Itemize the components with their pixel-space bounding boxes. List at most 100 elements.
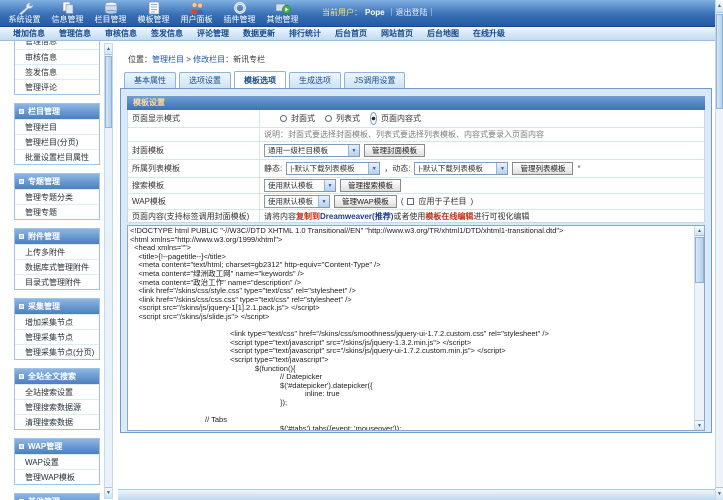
page-scrollbar[interactable]: ▲ ▼	[715, 0, 723, 500]
radio-label-list: 列表式	[336, 113, 360, 124]
sidebar-item-dir-attachments[interactable]: 目录式管理附件	[15, 274, 99, 289]
scroll-down-icon[interactable]: ▼	[695, 420, 704, 430]
page-content-textarea[interactable]: <!DOCTYPE html PUBLIC "-//W3C//DTD XHTML…	[128, 226, 694, 430]
toolbar-item-system-settings[interactable]: 系统设置	[4, 0, 45, 27]
toolbar-item-misc-manage[interactable]: 其他管理	[262, 0, 303, 27]
required-mark: *	[577, 164, 580, 173]
sidebar-group-header-topics[interactable]: 专题管理	[15, 174, 99, 189]
nav-item-sign-info[interactable]: 签发信息	[144, 28, 190, 39]
manage-wap-template-button[interactable]: 管理WAP模板	[334, 195, 397, 208]
scroll-down-icon[interactable]: ▼	[105, 487, 112, 498]
sidebar-item-clean-search-data[interactable]: 清理搜索数据	[15, 414, 99, 429]
sidebar-item-upload-multi[interactable]: 上传多附件	[15, 244, 99, 259]
sidebar-group-title: 附件管理	[28, 231, 60, 242]
sidebar-item-manage-columns-paged[interactable]: 管理栏目(分页)	[15, 134, 99, 149]
sidebar-item-add-collect-node[interactable]: 增加采集节点	[15, 314, 99, 329]
sidebar-item-manage-collect-node-paged[interactable]: 管理采集节点(分页)	[15, 344, 99, 359]
sidebar-item-sign-info[interactable]: 签发信息	[15, 64, 99, 79]
paren-close: )	[470, 197, 473, 206]
scrollbar-thumb[interactable]	[105, 56, 112, 128]
nav-item-site-home[interactable]: 网站首页	[374, 28, 420, 39]
sidebar-item-search-settings[interactable]: 全站搜索设置	[15, 384, 99, 399]
sidebar-item-batch-column-attrs[interactable]: 批量设置栏目属性	[15, 149, 99, 164]
apply-to-subcolumns-checkbox[interactable]	[407, 198, 414, 205]
wap-template-select[interactable]: 使用默认模板▼	[264, 195, 330, 208]
tab-template-options[interactable]: 模板选项	[234, 71, 286, 88]
tab-basic-attrs[interactable]: 基本属性	[124, 72, 176, 88]
toolbar-item-plugin-manage[interactable]: 插件管理	[219, 0, 260, 27]
sidebar-item-audit-info[interactable]: 审核信息	[15, 49, 99, 64]
mode-hint-text: 说明：封面式要选择封面模板、列表式要选择列表模板、内容式要录入页面内容	[264, 129, 544, 140]
row-display-mode: 页面显示模式 封面式 列表式 页面内容式	[128, 110, 704, 127]
wrench-icon	[4, 0, 45, 15]
toolbar-item-label: 模板管理	[133, 15, 174, 25]
page-content-editor: <!DOCTYPE html PUBLIC "-//W3C//DTD XHTML…	[127, 225, 705, 431]
toolbar-item-label: 栏目管理	[90, 15, 131, 25]
row-search-template: 搜索模板 使用默认模板▼ 管理搜索模板	[128, 177, 704, 193]
tab-js-call-settings[interactable]: JS调用设置	[344, 72, 405, 88]
editor-scrollbar[interactable]: ▲ ▼	[694, 226, 704, 430]
nav-item-comment-manage[interactable]: 评论管理	[190, 28, 236, 39]
radio-list-mode[interactable]	[325, 115, 332, 122]
toolbar-item-column-manage[interactable]: 栏目管理	[90, 0, 131, 27]
logout-link[interactable]: ｜退出登陆｜	[388, 8, 436, 17]
chevron-down-icon: ▼	[348, 145, 359, 156]
toolbar-item-template-manage[interactable]: 模板管理	[133, 0, 174, 27]
chevron-down-icon: ▼	[318, 196, 329, 207]
sidebar-item-manage-wap-template[interactable]: 管理WAP模板	[15, 469, 99, 484]
sidebar-item-manage-info[interactable]: 管理信息	[15, 41, 99, 49]
sidebar-group-header-attachments[interactable]: 附件管理	[15, 229, 99, 244]
nav-item-rank-stats[interactable]: 排行统计	[282, 28, 328, 39]
tab-option-settings[interactable]: 选项设置	[179, 72, 231, 88]
cover-template-select[interactable]: 通用一级栏目模板▼	[264, 144, 360, 157]
current-user-label: 当前用户：	[322, 8, 362, 17]
sidebar-scrollbar[interactable]: ▲ ▼	[104, 43, 113, 499]
scrollbar-thumb[interactable]	[716, 14, 723, 109]
dynamic-list-template-select[interactable]: |-默认下载列表模板▼	[414, 162, 508, 175]
sidebar-group-header-wap[interactable]: WAP管理	[15, 439, 99, 454]
toolbar-item-info-manage[interactable]: 信息管理	[47, 0, 88, 27]
radio-cover-mode[interactable]	[280, 115, 287, 122]
row-page-content: 页面内容(支持标签调用封面模板) 请将内容 复制到 Dreamweaver(推荐…	[128, 209, 704, 222]
breadcrumb-link-manage-columns[interactable]: 管理栏目	[152, 55, 184, 64]
sidebar-group-header-columns[interactable]: 栏目管理	[15, 104, 99, 119]
toolbar-item-user-panel[interactable]: 用户面板	[176, 0, 217, 27]
nav-item-add-info[interactable]: 增加信息	[6, 28, 52, 39]
scroll-up-icon[interactable]: ▲	[695, 226, 704, 236]
radio-page-content-mode[interactable]	[370, 112, 377, 125]
sidebar-item-manage-comments[interactable]: 管理评论	[15, 79, 99, 94]
scroll-up-icon[interactable]: ▲	[716, 0, 723, 13]
sidebar-item-manage-columns[interactable]: 管理栏目	[15, 119, 99, 134]
nav-item-audit-info[interactable]: 审核信息	[98, 28, 144, 39]
row-wap-template: WAP模板 使用默认模板▼ 管理WAP模板 ( 应用于子栏目 )	[128, 193, 704, 209]
breadcrumb-link-edit-column[interactable]: 修改栏目	[193, 55, 225, 64]
nav-item-admin-home[interactable]: 后台首页	[328, 28, 374, 39]
nav-item-data-update[interactable]: 数据更新	[236, 28, 282, 39]
display-mode-label: 页面显示模式	[128, 110, 260, 127]
nav-item-admin-map[interactable]: 后台地图	[420, 28, 466, 39]
search-template-select[interactable]: 使用默认模板▼	[264, 179, 336, 192]
content-hint-online-editor-link[interactable]: 模板在线编辑	[425, 211, 473, 222]
sidebar-item-manage-collect-node[interactable]: 管理采集节点	[15, 329, 99, 344]
manage-list-template-button[interactable]: 管理列表模板	[512, 162, 573, 175]
manage-search-template-button[interactable]: 管理搜索模板	[340, 179, 401, 192]
sidebar-item-search-datasource[interactable]: 管理搜索数据源	[15, 399, 99, 414]
square-icon	[19, 444, 24, 449]
sidebar-group-header-search[interactable]: 全站全文搜索	[15, 369, 99, 384]
section-title: 模板设置	[127, 96, 705, 110]
sidebar-group-header-other[interactable]: 其他管理	[15, 494, 99, 500]
sidebar-item-wap-settings[interactable]: WAP设置	[15, 454, 99, 469]
sidebar-item-db-attachments[interactable]: 数据库式管理附件	[15, 259, 99, 274]
sidebar-group-header-collect[interactable]: 采集管理	[15, 299, 99, 314]
nav-item-manage-info[interactable]: 管理信息	[52, 28, 98, 39]
scroll-down-icon[interactable]: ▼	[716, 487, 723, 500]
static-list-template-select[interactable]: |-默认下载列表模板▼	[286, 162, 380, 175]
sidebar-item-manage-topics[interactable]: 管理专题	[15, 204, 99, 219]
sidebar-item-topic-categories[interactable]: 管理专题分类	[15, 189, 99, 204]
nav-item-online-upgrade[interactable]: 在线升级	[466, 28, 512, 39]
scroll-up-icon[interactable]: ▲	[105, 44, 112, 55]
sidebar-group-title: 全站全文搜索	[28, 371, 76, 382]
scrollbar-thumb[interactable]	[695, 237, 704, 283]
manage-cover-template-button[interactable]: 管理封面模板	[364, 144, 425, 157]
tab-generate-options[interactable]: 生成选项	[289, 72, 341, 88]
